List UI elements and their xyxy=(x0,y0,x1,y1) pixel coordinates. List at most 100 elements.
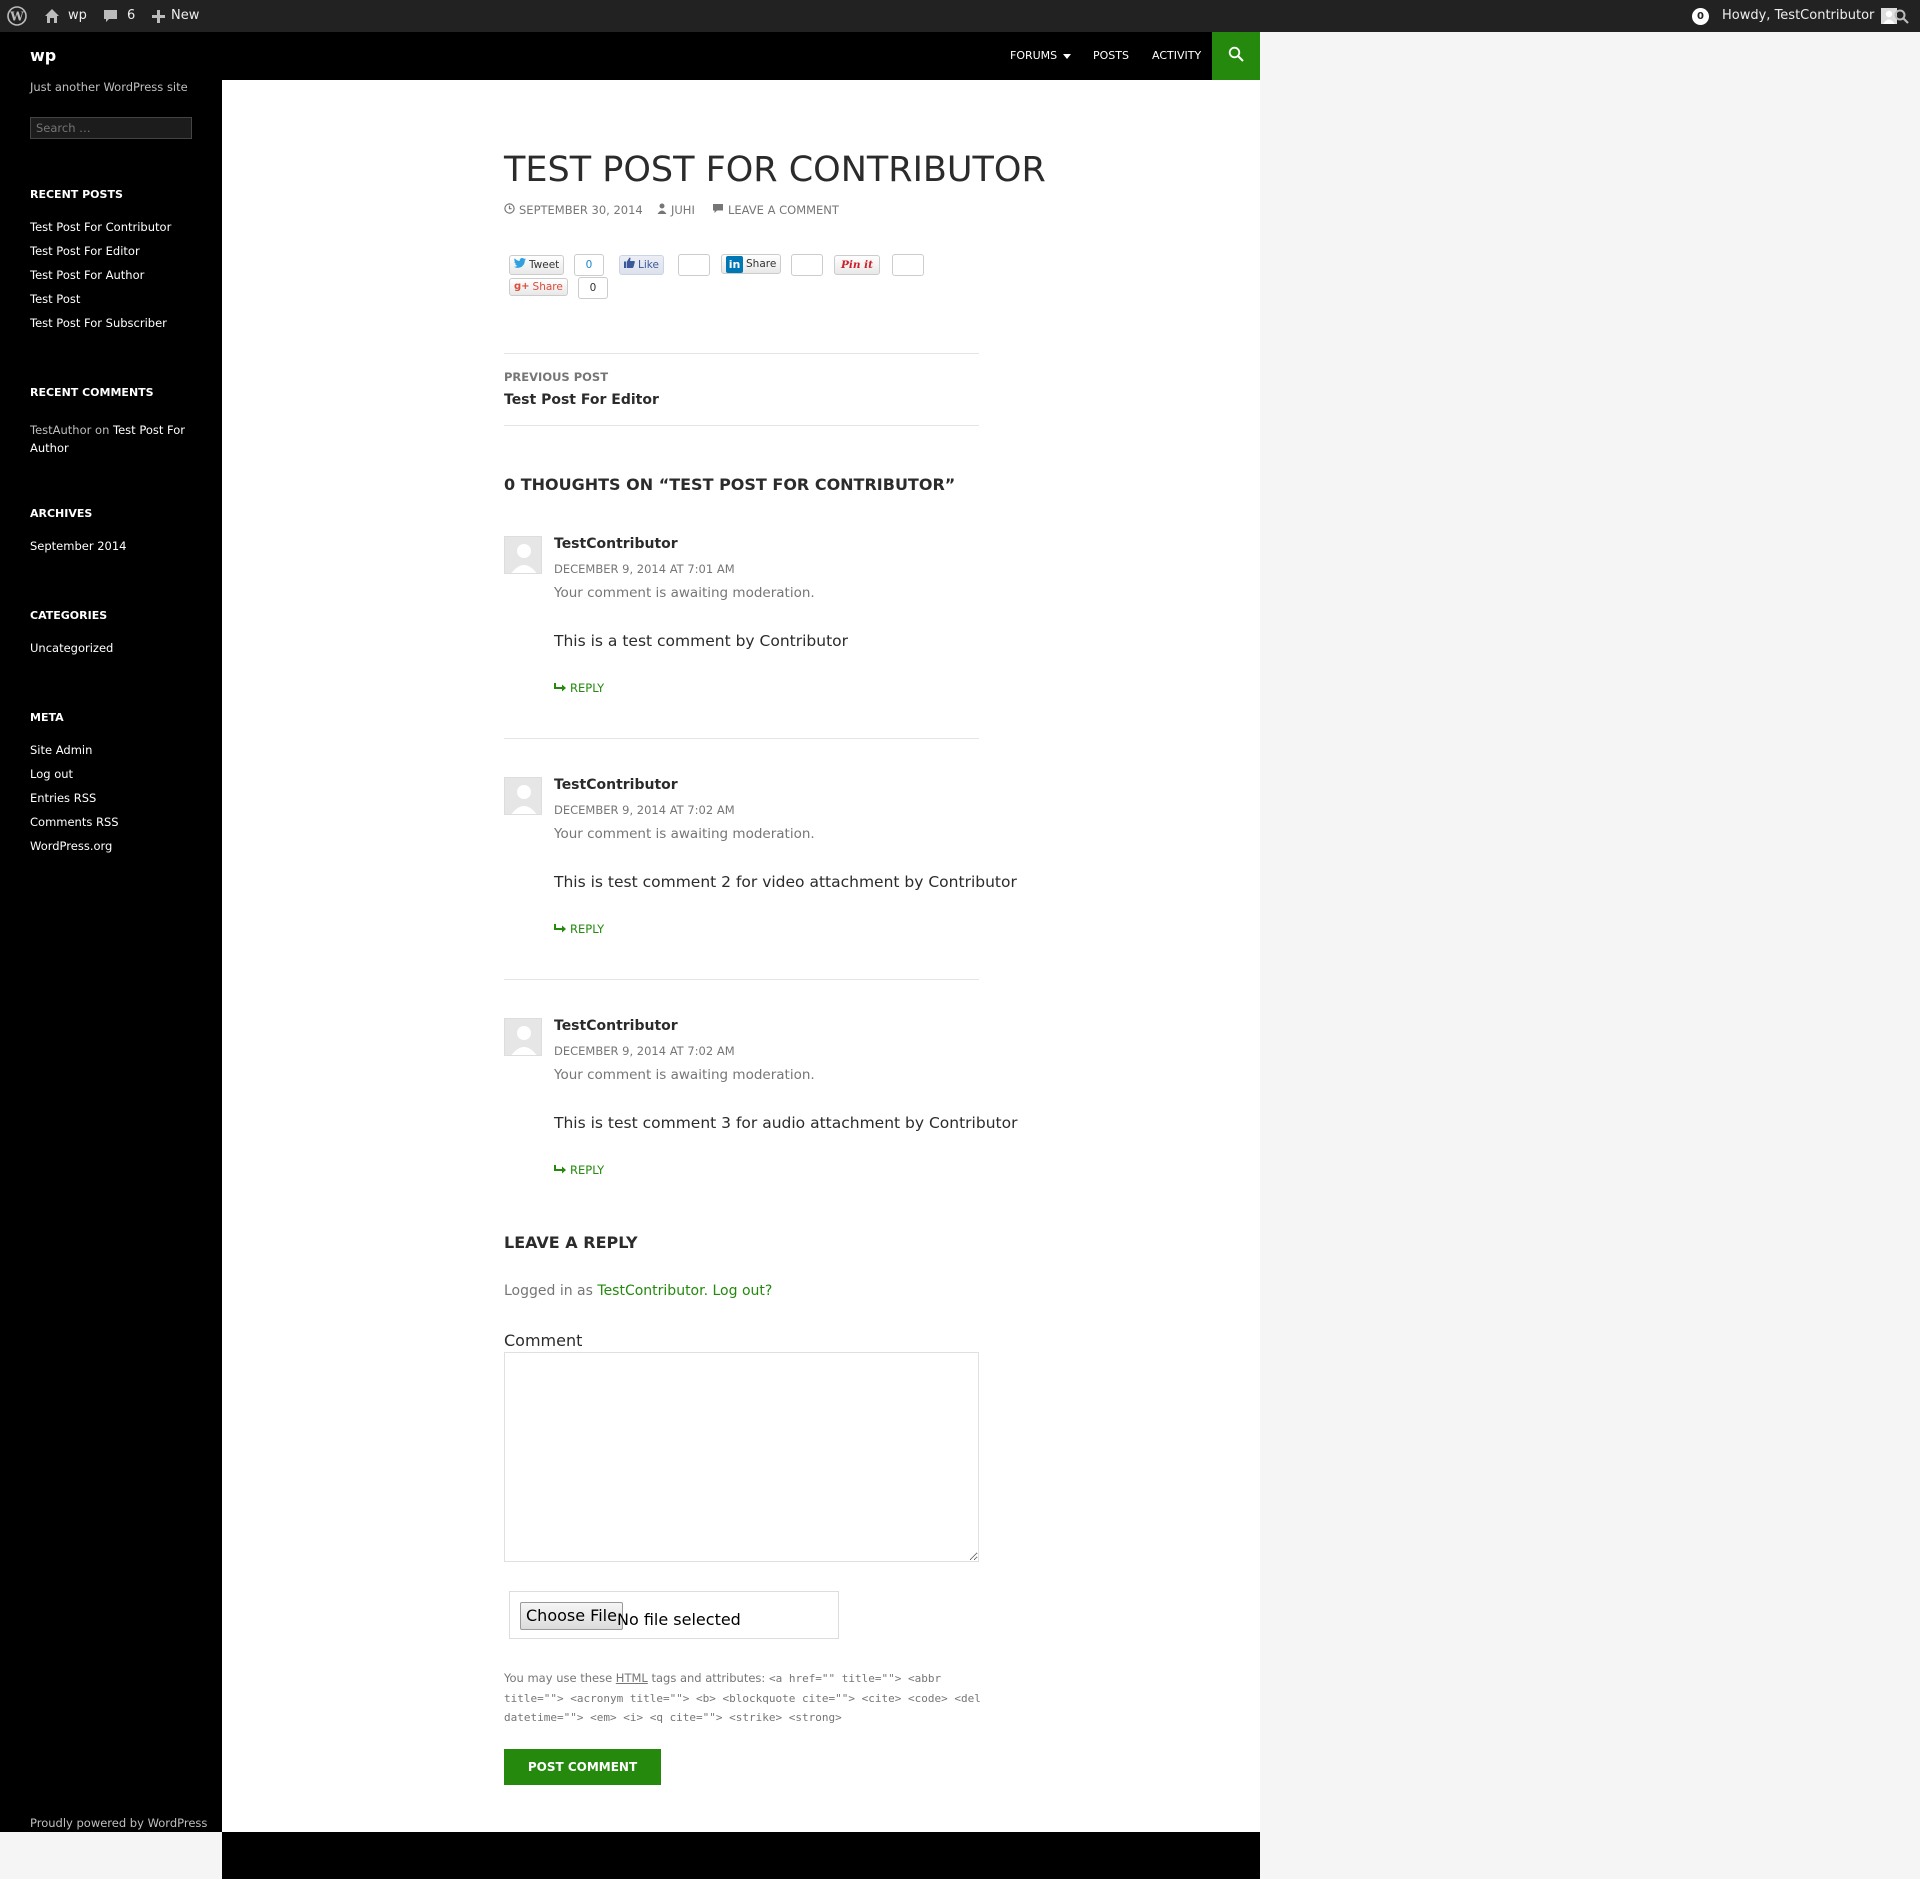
logout-link[interactable]: Log out? xyxy=(713,1283,773,1299)
comment-author[interactable]: TestContributor xyxy=(554,777,678,793)
meta-link-site-admin[interactable]: Site Admin xyxy=(30,738,119,762)
tweet-button[interactable]: Tweet xyxy=(509,255,565,275)
comment-text: This is test comment 2 for video attachm… xyxy=(554,873,1017,891)
leave-comment-link[interactable]: Leave a comment xyxy=(712,203,839,217)
logged-in-as: Logged in as TestContributor. Log out? xyxy=(504,1283,773,1299)
linkedin-count xyxy=(791,254,823,276)
main-content: Test Post For Contributor September 30, … xyxy=(222,80,1260,1832)
footer-bar xyxy=(222,1832,1260,1879)
notifications-menu[interactable]: 0 xyxy=(1692,0,1709,32)
comment-date[interactable]: December 9, 2014 at 7:02 am xyxy=(554,1044,735,1058)
reply-form-title: Leave a Reply xyxy=(504,1233,638,1252)
meta-link-log-out[interactable]: Log out xyxy=(30,762,119,786)
comments-count: 6 xyxy=(127,8,136,23)
post-title: Test Post For Contributor xyxy=(504,150,1046,190)
recent-comment-author[interactable]: TestAuthor xyxy=(30,423,91,437)
clock-icon xyxy=(504,203,515,217)
account-menu[interactable]: Howdy, TestContributor xyxy=(1722,0,1898,32)
html-abbr: HTML xyxy=(615,1671,648,1685)
meta-list: Site Admin Log out Entries RSS Comments … xyxy=(30,738,119,858)
search-icon xyxy=(1228,46,1244,66)
admin-search-icon[interactable] xyxy=(1894,0,1909,32)
linkedin-label: Share xyxy=(746,258,777,270)
recent-post-link[interactable]: Test Post For Contributor xyxy=(30,215,171,239)
like-label: Like xyxy=(638,259,659,271)
facebook-like-count xyxy=(678,254,710,276)
divider xyxy=(504,425,979,426)
previous-post-link[interactable]: Test Post For Editor xyxy=(504,392,659,408)
pinterest-count xyxy=(892,254,924,276)
reply-label: Reply xyxy=(570,1163,605,1177)
pinterest-pin-button[interactable]: Pin it xyxy=(834,255,881,275)
reply-label: Reply xyxy=(570,681,605,695)
recent-post-link[interactable]: Test Post For Editor xyxy=(30,239,171,263)
meta-title: Meta xyxy=(30,711,64,724)
comment-avatar xyxy=(504,777,542,815)
meta-link-wordpress-org[interactable]: WordPress.org xyxy=(30,834,119,858)
notifications-count: 0 xyxy=(1692,7,1709,25)
meta-link-comments-rss[interactable]: Comments RSS xyxy=(30,810,119,834)
recent-post-link[interactable]: Test Post For Subscriber xyxy=(30,311,171,335)
divider xyxy=(504,979,979,980)
footer-credit[interactable]: Proudly powered by WordPress xyxy=(30,1816,207,1830)
comment-date[interactable]: December 9, 2014 at 7:01 am xyxy=(554,562,735,576)
twitter-bird-icon xyxy=(514,256,526,274)
google-plus-icon: g+ xyxy=(514,281,530,292)
site-title[interactable]: wp xyxy=(30,46,56,65)
profile-link[interactable]: TestContributor xyxy=(597,1283,703,1299)
meta-link-entries-rss[interactable]: Entries RSS xyxy=(30,786,119,810)
no-file-selected-text: No file selected xyxy=(617,1610,741,1629)
admin-bar: W wp 6 New 0 Howdy, TestContributor xyxy=(0,0,1920,32)
howdy-text: Howdy, TestContributor xyxy=(1722,8,1875,23)
comment-date[interactable]: December 9, 2014 at 7:02 am xyxy=(554,803,735,817)
comment-reply-link[interactable]: Reply xyxy=(554,681,604,695)
recent-post-link[interactable]: Test Post For Author xyxy=(30,263,171,287)
nav-item-activity[interactable]: Activity xyxy=(1152,32,1201,80)
search-toggle-button[interactable] xyxy=(1212,32,1260,80)
comment-author[interactable]: TestContributor xyxy=(554,536,678,552)
allowed-tags-note: You may use these HTML tags and attribut… xyxy=(504,1669,984,1728)
comment-text: This is test comment 3 for audio attachm… xyxy=(554,1114,1018,1132)
category-link[interactable]: Uncategorized xyxy=(30,636,113,660)
user-icon xyxy=(657,203,667,217)
caret-down-icon xyxy=(1063,32,1072,80)
divider xyxy=(504,738,979,739)
admin-bar-site-name: wp xyxy=(68,8,87,23)
comment-reply-link[interactable]: Reply xyxy=(554,922,604,936)
recent-post-link[interactable]: Test Post xyxy=(30,287,171,311)
comment-author[interactable]: TestContributor xyxy=(554,1018,678,1034)
archives-title: Archives xyxy=(30,507,93,520)
archives-list: September 2014 xyxy=(30,534,127,558)
comments-menu[interactable]: 6 xyxy=(103,0,135,32)
new-content-menu[interactable]: New xyxy=(152,0,199,32)
site-menu[interactable]: wp xyxy=(44,0,87,32)
google-plus-label: Share xyxy=(532,281,563,293)
post-author[interactable]: Juhi xyxy=(657,203,695,217)
recent-posts-list: Test Post For Contributor Test Post For … xyxy=(30,215,171,335)
categories-list: Uncategorized xyxy=(30,636,113,660)
categories-title: Categories xyxy=(30,609,108,622)
google-plus-share-button[interactable]: g+ Share xyxy=(509,278,568,296)
linkedin-share-button[interactable]: in Share xyxy=(721,254,782,274)
archive-link[interactable]: September 2014 xyxy=(30,534,127,558)
divider xyxy=(504,353,979,354)
comment-textarea[interactable] xyxy=(504,1352,979,1562)
post-date[interactable]: September 30, 2014 xyxy=(504,203,643,217)
wordpress-logo-icon[interactable]: W xyxy=(7,0,27,32)
sidebar-search-input[interactable] xyxy=(30,117,192,139)
facebook-like-button[interactable]: Like xyxy=(619,255,664,275)
choose-file-button[interactable]: Choose File xyxy=(520,1602,623,1630)
comment-field-label: Comment xyxy=(504,1331,583,1350)
google-plus-count: 0 xyxy=(578,277,608,299)
linkedin-icon: in xyxy=(726,255,743,273)
previous-post-label: Previous Post xyxy=(504,370,609,384)
nav-item-posts[interactable]: Posts xyxy=(1093,32,1129,80)
post-comment-button[interactable]: Post Comment xyxy=(504,1749,661,1785)
primary-navigation: Forums Posts Activity xyxy=(222,32,1260,80)
nav-item-forums[interactable]: Forums xyxy=(1010,32,1072,80)
comment-avatar xyxy=(504,536,542,574)
post-author-text: Juhi xyxy=(671,203,695,217)
post-date-text: September 30, 2014 xyxy=(519,203,643,217)
comment-reply-link[interactable]: Reply xyxy=(554,1163,604,1177)
new-label: New xyxy=(171,8,200,23)
